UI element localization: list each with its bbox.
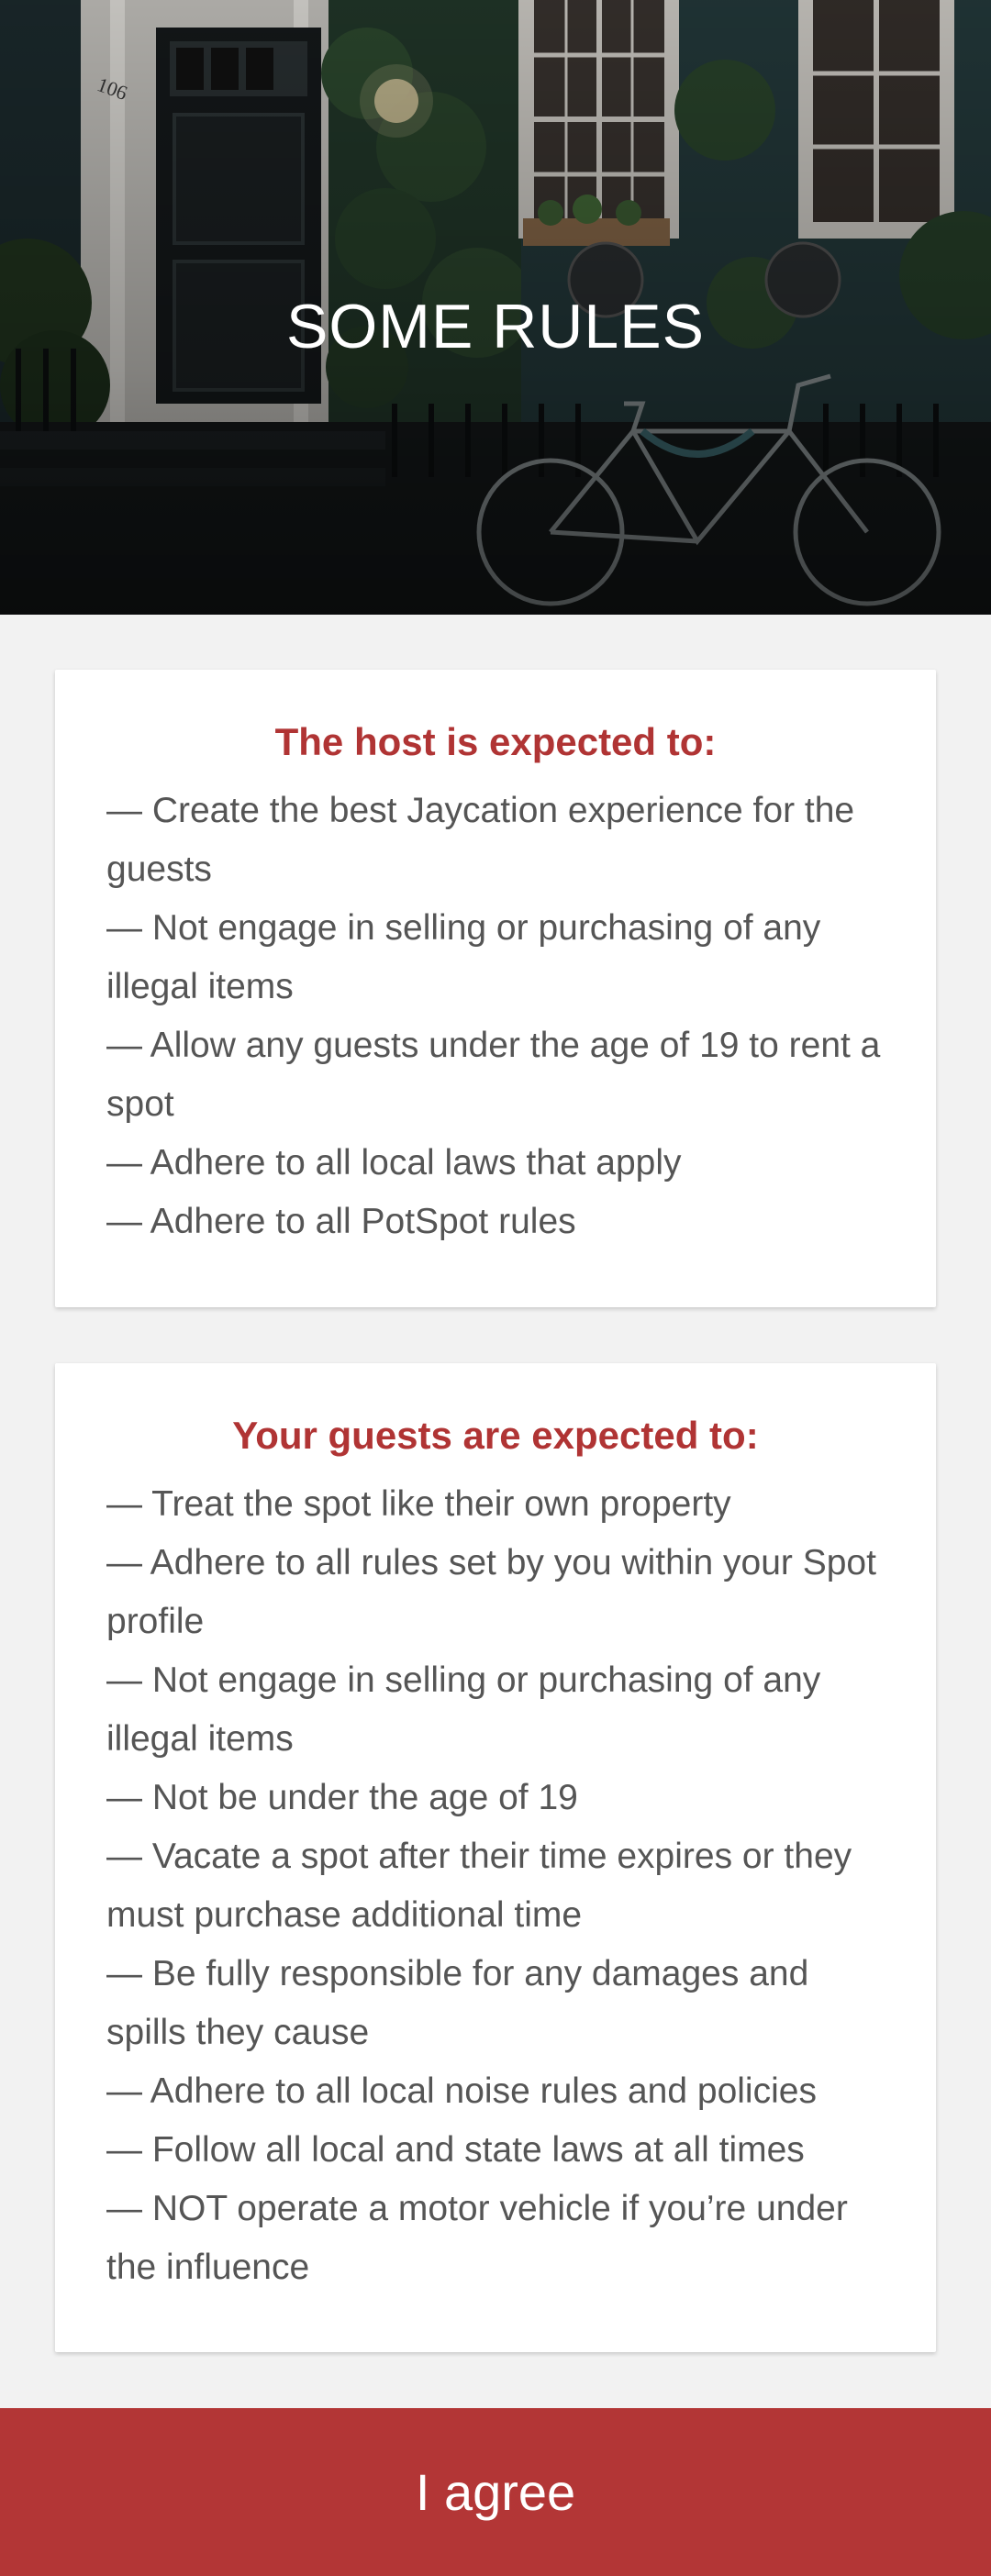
guest-rule-item: — Treat the spot like their own property <box>106 1484 731 1524</box>
guest-rule-item: — Be fully responsible for any damages a… <box>106 1954 809 2052</box>
host-rules-card: The host is expected to: — Create the be… <box>55 670 936 1307</box>
guest-rules-card: Your guests are expected to: — Treat the… <box>55 1363 936 2352</box>
guest-rule-item: — Not be under the age of 19 <box>106 1778 578 1817</box>
host-rule-item: — Allow any guests under the age of 19 t… <box>106 1026 881 1124</box>
guest-rules-list: — Treat the spot like their own property… <box>106 1475 885 2297</box>
guest-rule-item: — Vacate a spot after their time expires… <box>106 1837 852 1935</box>
guest-rule-item: — Adhere to all local noise rules and po… <box>106 2071 817 2111</box>
guest-rule-item: — Follow all local and state laws at all… <box>106 2130 805 2170</box>
hero-banner: 106 <box>0 0 991 615</box>
guest-rule-item: — Adhere to all rules set by you within … <box>106 1543 876 1641</box>
host-rule-item: — Adhere to all PotSpot rules <box>106 1202 576 1241</box>
guest-rule-item: — NOT operate a motor vehicle if you’re … <box>106 2189 848 2287</box>
host-rules-title: The host is expected to: <box>274 720 717 763</box>
host-rules-list: — Create the best Jaycation experience f… <box>106 782 885 1251</box>
host-rule-item: — Create the best Jaycation experience f… <box>106 791 855 889</box>
rules-page: 106 <box>0 0 991 2576</box>
host-rule-item: — Not engage in selling or purchasing of… <box>106 908 821 1006</box>
agree-button[interactable]: I agree <box>0 2408 991 2576</box>
guest-rules-title: Your guests are expected to: <box>232 1414 759 1457</box>
page-title: SOME RULES <box>286 292 705 361</box>
guest-rule-item: — Not engage in selling or purchasing of… <box>106 1660 821 1759</box>
host-rule-item: — Adhere to all local laws that apply <box>106 1143 682 1183</box>
